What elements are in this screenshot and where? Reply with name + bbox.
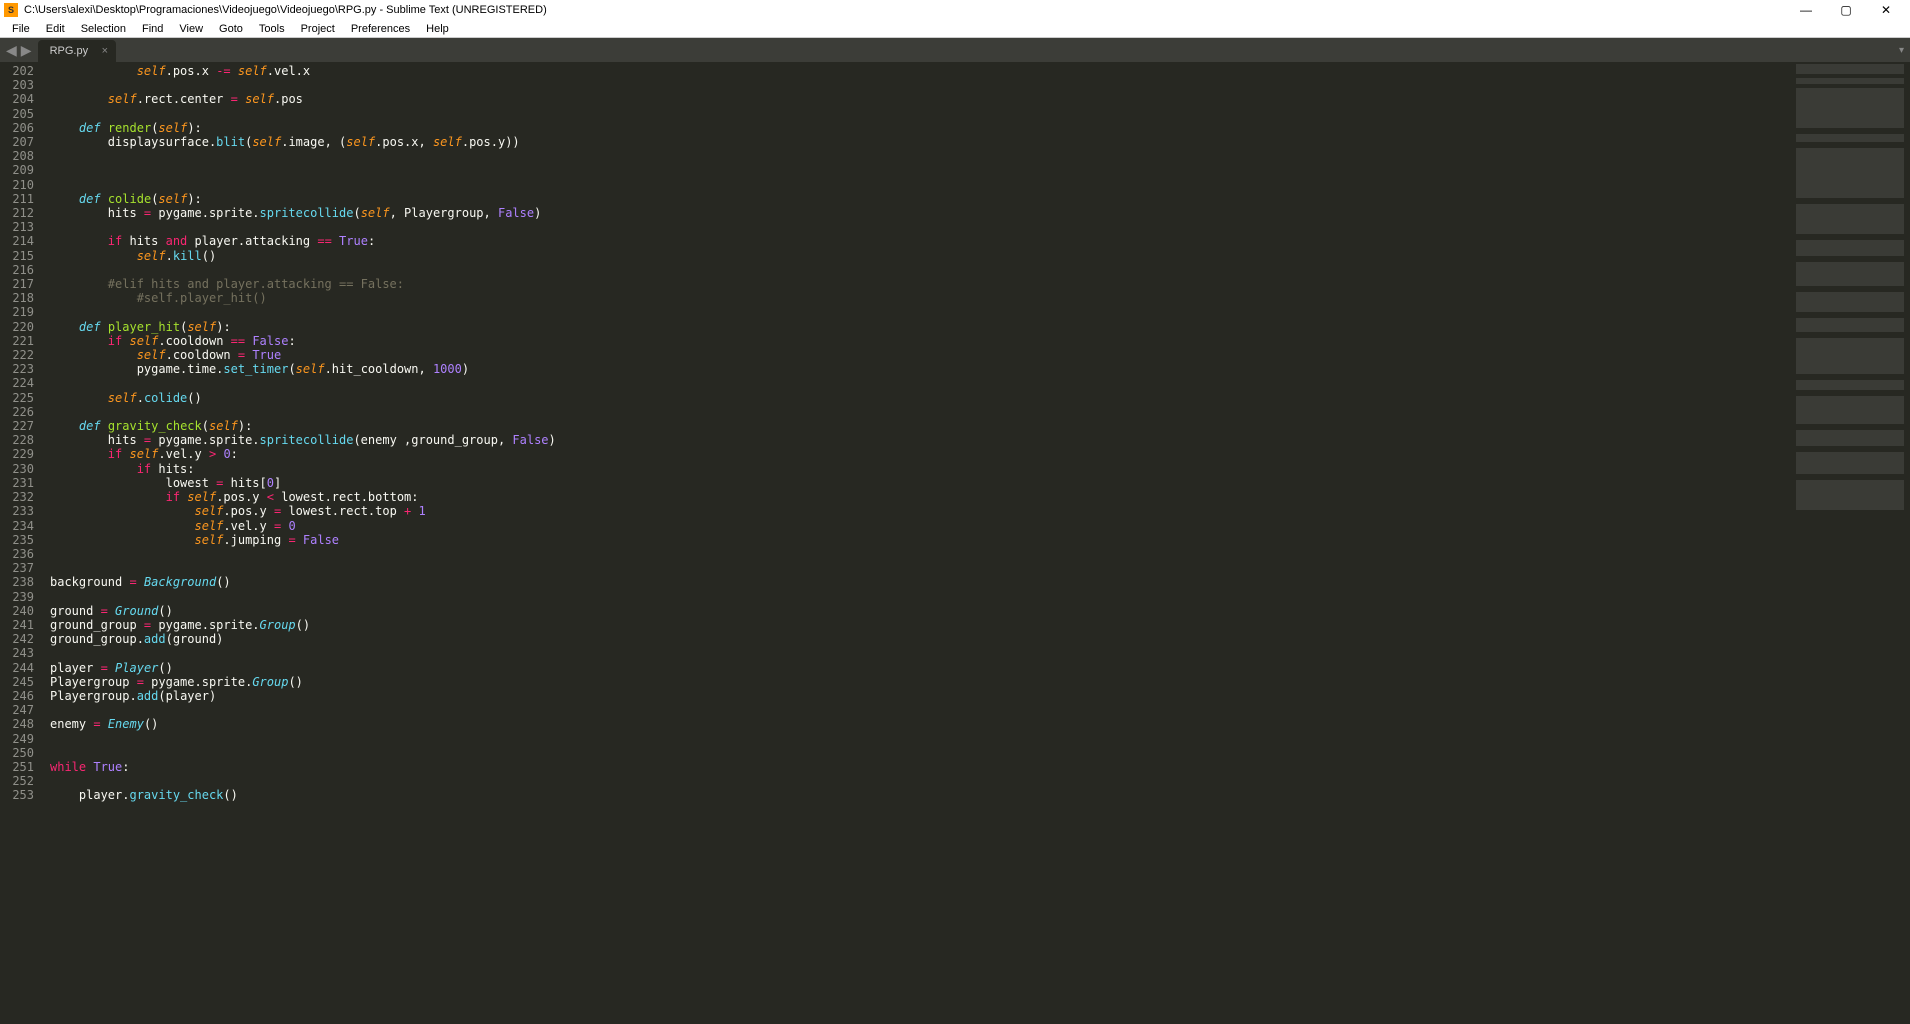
minimap[interactable] [1790, 62, 1910, 1024]
code-line: ground = Ground() [50, 604, 1790, 618]
code-line: ground_group.add(ground) [50, 632, 1790, 646]
code-line [50, 263, 1790, 277]
code-line: if self.cooldown == False: [50, 334, 1790, 348]
nav-back-button[interactable]: ◀ [6, 42, 17, 59]
tab-close-icon[interactable]: × [102, 45, 108, 57]
code-line: Playergroup = pygame.sprite.Group() [50, 675, 1790, 689]
code-line [50, 220, 1790, 234]
nav-forward-button[interactable]: ▶ [21, 42, 32, 59]
tab-label: RPG.py [50, 45, 89, 57]
code-line: def gravity_check(self): [50, 419, 1790, 433]
code-line [50, 590, 1790, 604]
menu-goto[interactable]: Goto [211, 23, 251, 35]
code-line [50, 163, 1790, 177]
menu-view[interactable]: View [171, 23, 211, 35]
menu-file[interactable]: File [4, 23, 38, 35]
code-line: while True: [50, 760, 1790, 774]
code-line: self.kill() [50, 249, 1790, 263]
code-line: displaysurface.blit(self.image, (self.po… [50, 135, 1790, 149]
code-line [50, 178, 1790, 192]
code-line [50, 703, 1790, 717]
window-minimize-button[interactable]: — [1786, 0, 1826, 20]
code-line: background = Background() [50, 575, 1790, 589]
code-line: if self.vel.y > 0: [50, 447, 1790, 461]
code-line [50, 149, 1790, 163]
code-line [50, 78, 1790, 92]
code-line [50, 305, 1790, 319]
window-close-button[interactable]: ✕ [1866, 0, 1906, 20]
code-line: player = Player() [50, 661, 1790, 675]
code-line: pygame.time.set_timer(self.hit_cooldown,… [50, 362, 1790, 376]
editor-area: 202 203 204 205 206 207 208 209 210 211 … [0, 62, 1910, 1024]
code-line [50, 746, 1790, 760]
code-line: def player_hit(self): [50, 320, 1790, 334]
code-line [50, 774, 1790, 788]
menu-selection[interactable]: Selection [73, 23, 134, 35]
code-line: self.colide() [50, 391, 1790, 405]
menu-help[interactable]: Help [418, 23, 457, 35]
window-titlebar: S C:\Users\alexi\Desktop\Programaciones\… [0, 0, 1910, 20]
code-line [50, 547, 1790, 561]
code-line [50, 646, 1790, 660]
code-line: self.rect.center = self.pos [50, 92, 1790, 106]
code-line: player.gravity_check() [50, 788, 1790, 802]
code-line: def colide(self): [50, 192, 1790, 206]
code-line: #self.player_hit() [50, 291, 1790, 305]
code-line: hits = pygame.sprite.spritecollide(self,… [50, 206, 1790, 220]
code-line [50, 405, 1790, 419]
code-line [50, 732, 1790, 746]
code-line: if hits and player.attacking == True: [50, 234, 1790, 248]
code-line [50, 376, 1790, 390]
window-maximize-button[interactable]: ▢ [1826, 0, 1866, 20]
menu-edit[interactable]: Edit [38, 23, 73, 35]
menu-preferences[interactable]: Preferences [343, 23, 418, 35]
tab-overflow-button[interactable]: ▾ [1893, 38, 1910, 62]
tab-bar: ◀ ▶ RPG.py × ▾ [0, 38, 1910, 62]
code-line [50, 107, 1790, 121]
code-line: self.pos.x -= self.vel.x [50, 64, 1790, 78]
code-line: self.cooldown = True [50, 348, 1790, 362]
code-line: Playergroup.add(player) [50, 689, 1790, 703]
code-line: ground_group = pygame.sprite.Group() [50, 618, 1790, 632]
code-line: #elif hits and player.attacking == False… [50, 277, 1790, 291]
line-number-gutter: 202 203 204 205 206 207 208 209 210 211 … [0, 62, 42, 1024]
code-line: self.vel.y = 0 [50, 519, 1790, 533]
window-title: C:\Users\alexi\Desktop\Programaciones\Vi… [24, 4, 1786, 16]
menu-tools[interactable]: Tools [251, 23, 293, 35]
code-line [50, 561, 1790, 575]
code-line: hits = pygame.sprite.spritecollide(enemy… [50, 433, 1790, 447]
menu-project[interactable]: Project [293, 23, 343, 35]
code-line: self.jumping = False [50, 533, 1790, 547]
menu-find[interactable]: Find [134, 23, 171, 35]
menu-bar: File Edit Selection Find View Goto Tools… [0, 20, 1910, 38]
code-line: self.pos.y = lowest.rect.top + 1 [50, 504, 1790, 518]
code-line: lowest = hits[0] [50, 476, 1790, 490]
app-icon: S [4, 3, 18, 17]
code-line: def render(self): [50, 121, 1790, 135]
code-editor[interactable]: self.pos.x -= self.vel.x self.rect.cente… [42, 62, 1790, 1024]
tab-rpg-py[interactable]: RPG.py × [38, 40, 117, 62]
code-line: if self.pos.y < lowest.rect.bottom: [50, 490, 1790, 504]
code-line: enemy = Enemy() [50, 717, 1790, 731]
code-line: if hits: [50, 462, 1790, 476]
